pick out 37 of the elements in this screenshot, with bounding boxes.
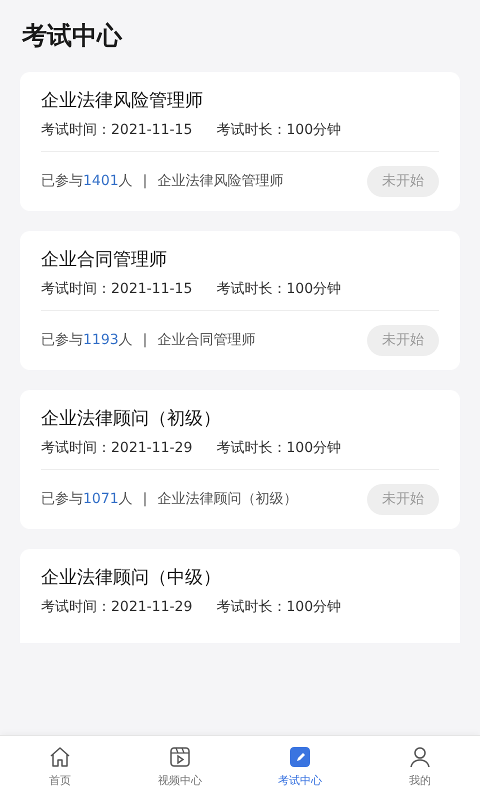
exam-date: 考试时间：2021-11-15 — [41, 121, 192, 140]
exam-card[interactable]: 企业法律风险管理师 考试时间：2021-11-15 考试时长：100分钟 已参与1401人 | 企业法律风险管理师 未开始 — [20, 72, 460, 211]
exam-category: 企业法律风险管理师 — [157, 172, 284, 191]
exam-duration: 考试时长：100分钟 — [216, 280, 342, 299]
tab-item[interactable]: 视频中心 — [120, 736, 240, 800]
status-button[interactable]: 未开始 — [367, 166, 439, 197]
exam-category: 企业合同管理师 — [157, 331, 256, 350]
status-button[interactable]: 未开始 — [367, 325, 439, 356]
exam-duration: 考试时长：100分钟 — [216, 439, 342, 458]
home-icon — [48, 745, 72, 769]
exam-title: 企业法律顾问（中级） — [41, 566, 222, 590]
status-button[interactable]: 未开始 — [367, 484, 439, 515]
exam-title: 企业合同管理师 — [41, 248, 168, 272]
person-icon — [408, 745, 432, 769]
tab-item[interactable]: 考试中心 — [240, 736, 360, 800]
participant-count: 已参与1401人 — [41, 172, 133, 191]
exam-date: 考试时间：2021-11-29 — [41, 439, 192, 458]
separator: | — [142, 490, 148, 509]
exam-title: 企业法律风险管理师 — [41, 89, 204, 113]
exam-category: 企业法律顾问（初级） — [157, 490, 298, 509]
exam-duration: 考试时长：100分钟 — [216, 598, 342, 617]
separator: | — [142, 331, 148, 350]
participant-count: 已参与1071人 — [41, 490, 133, 509]
exam-date: 考试时间：2021-11-15 — [41, 280, 192, 299]
page-title: 考试中心 — [22, 20, 124, 52]
exam-card[interactable]: 企业法律顾问（初级） 考试时间：2021-11-29 考试时长：100分钟 已参与1071人 | 企业法律顾问（初级） 未开始 — [20, 390, 460, 529]
exam-title: 企业法律顾问（初级） — [41, 407, 222, 431]
exam-card[interactable]: 企业合同管理师 考试时间：2021-11-15 考试时长：100分钟 已参与1193人 | 企业合同管理师 未开始 — [20, 231, 460, 370]
tab-item[interactable]: 我的 — [360, 736, 480, 800]
tab-item[interactable]: 首页 — [0, 736, 120, 800]
video-icon — [168, 745, 192, 769]
exam-duration: 考试时长：100分钟 — [216, 121, 342, 140]
participant-count: 已参与1193人 — [41, 331, 133, 350]
pencil-icon — [288, 745, 312, 769]
exam-date: 考试时间：2021-11-29 — [41, 598, 192, 617]
separator: | — [142, 172, 148, 191]
exam-card[interactable]: 企业法律顾问（中级） 考试时间：2021-11-29 考试时长：100分钟 — [20, 549, 460, 643]
